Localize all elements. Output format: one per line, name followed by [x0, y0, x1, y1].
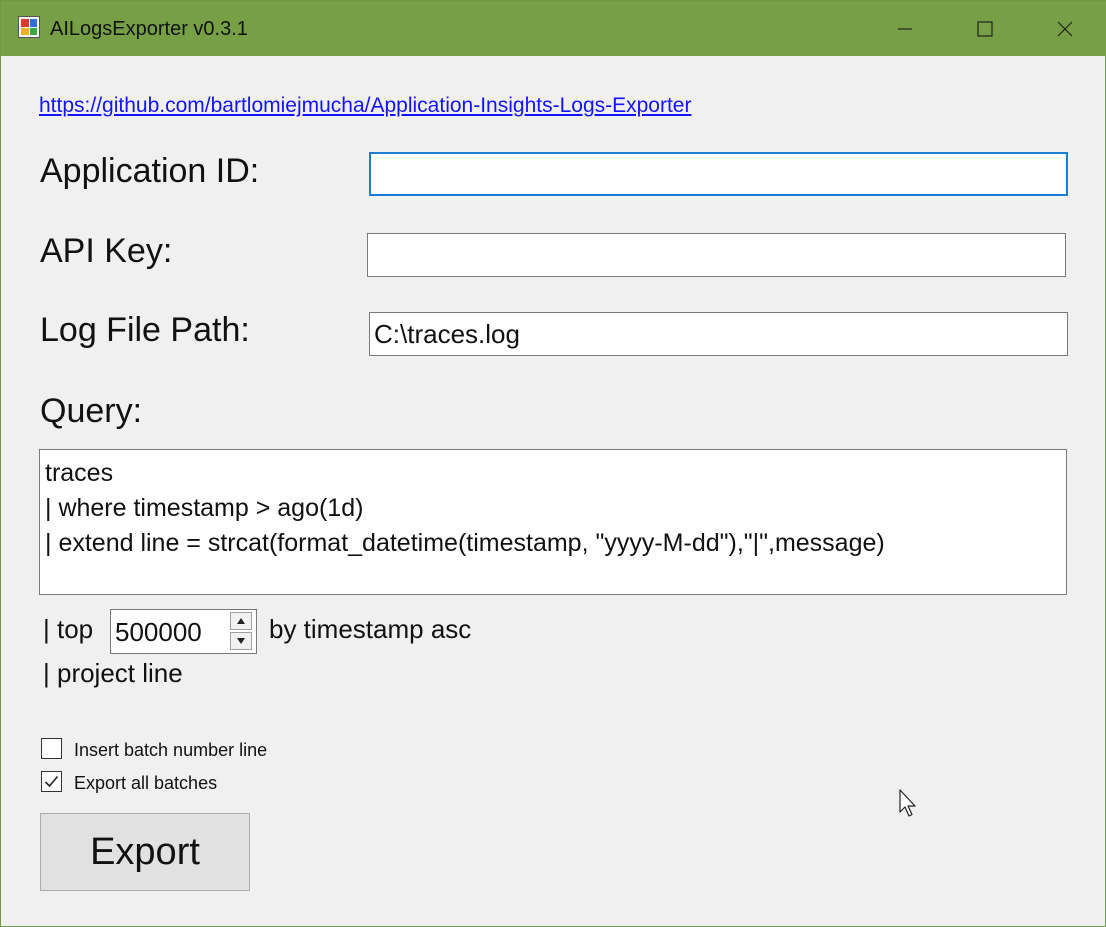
api-key-label: API Key:: [40, 232, 173, 270]
arrow-up-icon: [237, 618, 245, 624]
export-all-batches-checkbox[interactable]: [41, 771, 62, 792]
close-button[interactable]: [1025, 1, 1105, 56]
app-window: AILogsExporter v0.3.1 https://github.com…: [0, 0, 1106, 927]
log-file-path-label: Log File Path:: [40, 311, 250, 349]
top-suffix-label: by timestamp asc: [269, 614, 472, 644]
query-line: traces: [45, 459, 114, 487]
app-icon: [18, 16, 40, 38]
project-line-label: | project line: [43, 658, 183, 688]
checkmark-icon: [44, 775, 59, 788]
api-key-input[interactable]: [367, 233, 1066, 277]
top-count-value[interactable]: 500000: [115, 616, 202, 648]
insert-batch-number-checkbox[interactable]: [41, 738, 62, 759]
log-file-path-input[interactable]: [369, 312, 1068, 356]
minimize-icon: [898, 27, 912, 30]
export-all-batches-label[interactable]: Export all batches: [74, 772, 217, 794]
minimize-button[interactable]: [865, 1, 945, 56]
close-icon: [1057, 21, 1073, 36]
query-line: | where timestamp > ago(1d): [45, 494, 364, 522]
window-title: AILogsExporter v0.3.1: [50, 18, 248, 40]
top-prefix-label: | top: [43, 614, 94, 644]
query-textarea[interactable]: traces | where timestamp > ago(1d) | ext…: [39, 449, 1067, 595]
arrow-down-icon: [237, 638, 245, 644]
query-line: | extend line = strcat(format_datetime(t…: [45, 529, 885, 557]
github-link[interactable]: https://github.com/bartlomiejmucha/Appli…: [39, 92, 691, 120]
top-count-stepper[interactable]: 500000: [110, 609, 257, 654]
query-label: Query:: [40, 392, 143, 430]
maximize-button[interactable]: [945, 1, 1025, 56]
mouse-cursor-icon: [899, 789, 916, 817]
stepper-up-button[interactable]: [230, 612, 252, 630]
stepper-down-button[interactable]: [230, 632, 252, 650]
application-id-input[interactable]: [369, 152, 1068, 196]
application-id-label: Application ID:: [40, 152, 260, 190]
insert-batch-number-label[interactable]: Insert batch number line: [74, 739, 267, 761]
title-bar[interactable]: AILogsExporter v0.3.1: [1, 1, 1106, 56]
maximize-icon: [977, 20, 993, 37]
export-button[interactable]: Export: [40, 813, 250, 891]
